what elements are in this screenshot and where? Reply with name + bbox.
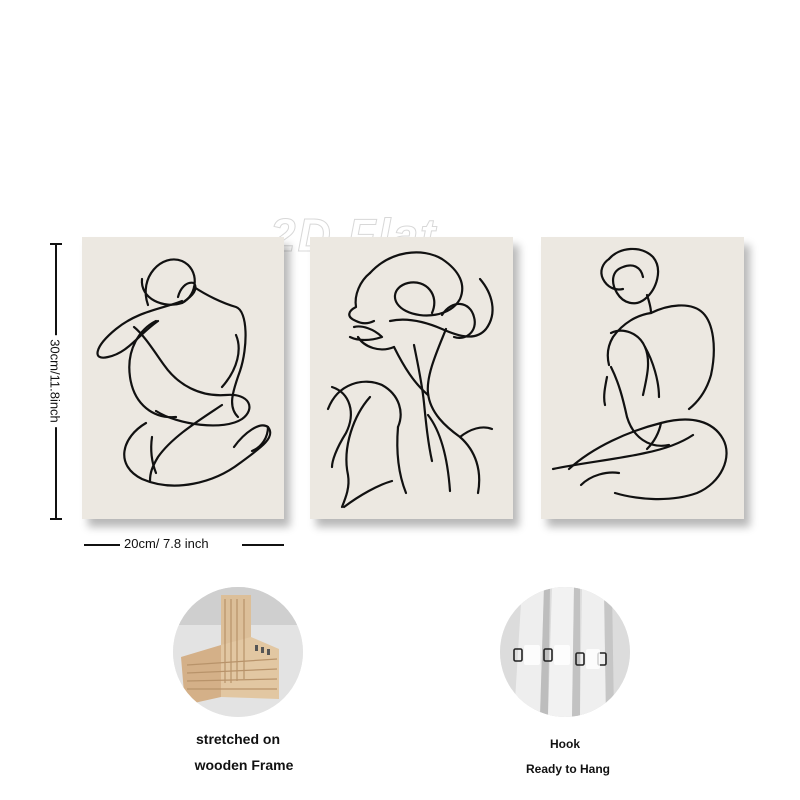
hook-caption-line1: Hook [550,737,580,751]
width-dimension-line-left [84,544,120,546]
art-panel-face-profile[interactable] [310,237,513,519]
art-panel-back-figure[interactable] [541,237,744,519]
width-dimension-line-right [242,544,284,546]
width-dimension-label: 20cm/ 7.8 inch [124,536,209,551]
back-figure-drawing [551,247,728,501]
hook-detail-image [500,587,630,717]
wooden-frame-caption-line2: wooden Frame [194,757,294,773]
wooden-frame-caption-line1: stretched on [195,731,281,747]
hook-caption-line2: Ready to Hang [525,762,611,776]
height-dimension-label: 30cm/11.8inch [47,335,63,427]
wooden-frame-detail-image [173,587,303,717]
height-dimension-bottom-cap [50,518,62,520]
face-profile-drawing [326,251,494,509]
seated-figure-drawing [96,258,272,487]
art-panel-seated-figure[interactable] [82,237,284,519]
